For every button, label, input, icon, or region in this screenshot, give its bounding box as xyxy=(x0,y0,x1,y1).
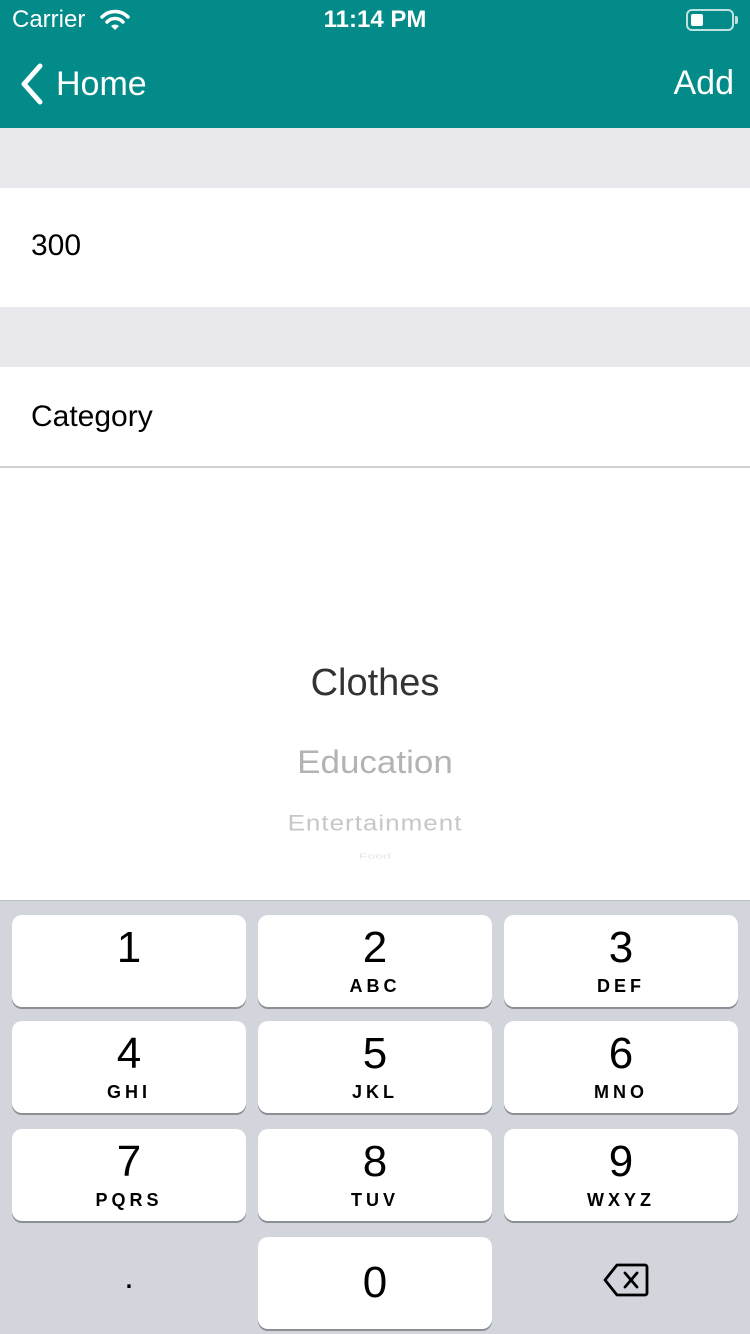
decimal-key[interactable]: . xyxy=(12,1237,246,1329)
picker-option-entertainment[interactable]: Entertainment xyxy=(0,810,750,836)
backspace-icon xyxy=(603,1263,649,1297)
add-button[interactable]: Add xyxy=(674,64,735,103)
clock: 11:14 PM xyxy=(323,6,427,33)
key-9[interactable]: 9 WXYZ xyxy=(504,1129,738,1221)
amount-cell[interactable]: 300 xyxy=(0,188,750,307)
picker-option-clothes[interactable]: Clothes xyxy=(0,662,750,705)
key-2[interactable]: 2 ABC xyxy=(258,915,492,1007)
chevron-left-icon xyxy=(21,63,43,105)
battery-icon xyxy=(686,9,738,31)
section-separator xyxy=(0,128,750,188)
key-5[interactable]: 5 JKL xyxy=(258,1021,492,1113)
status-bar: Carrier 11:14 PM xyxy=(0,0,750,40)
navigation-bar: Carrier 11:14 PM Home Add xyxy=(0,0,750,128)
key-7[interactable]: 7 PQRS xyxy=(12,1129,246,1221)
number-pad: 1 2 ABC 3 DEF 4 GHI 5 JKL 6 MNO 7 PQRS 8… xyxy=(0,900,750,1334)
key-1[interactable]: 1 xyxy=(12,915,246,1007)
key-3[interactable]: 3 DEF xyxy=(504,915,738,1007)
category-label: Category xyxy=(31,400,153,433)
category-cell[interactable]: Category xyxy=(0,367,750,466)
picker-option-food[interactable]: Food xyxy=(0,852,750,860)
section-separator xyxy=(0,307,750,367)
back-label: Home xyxy=(56,64,147,103)
picker-option-education[interactable]: Education xyxy=(0,745,750,782)
key-0[interactable]: 0 xyxy=(258,1237,492,1329)
category-picker[interactable]: Clothes Education Entertainment Food xyxy=(0,468,750,900)
amount-field[interactable]: 300 xyxy=(31,229,81,263)
key-4[interactable]: 4 GHI xyxy=(12,1021,246,1113)
key-8[interactable]: 8 TUV xyxy=(258,1129,492,1221)
delete-key[interactable] xyxy=(504,1237,738,1329)
back-button[interactable]: Home xyxy=(18,62,147,106)
key-6[interactable]: 6 MNO xyxy=(504,1021,738,1113)
